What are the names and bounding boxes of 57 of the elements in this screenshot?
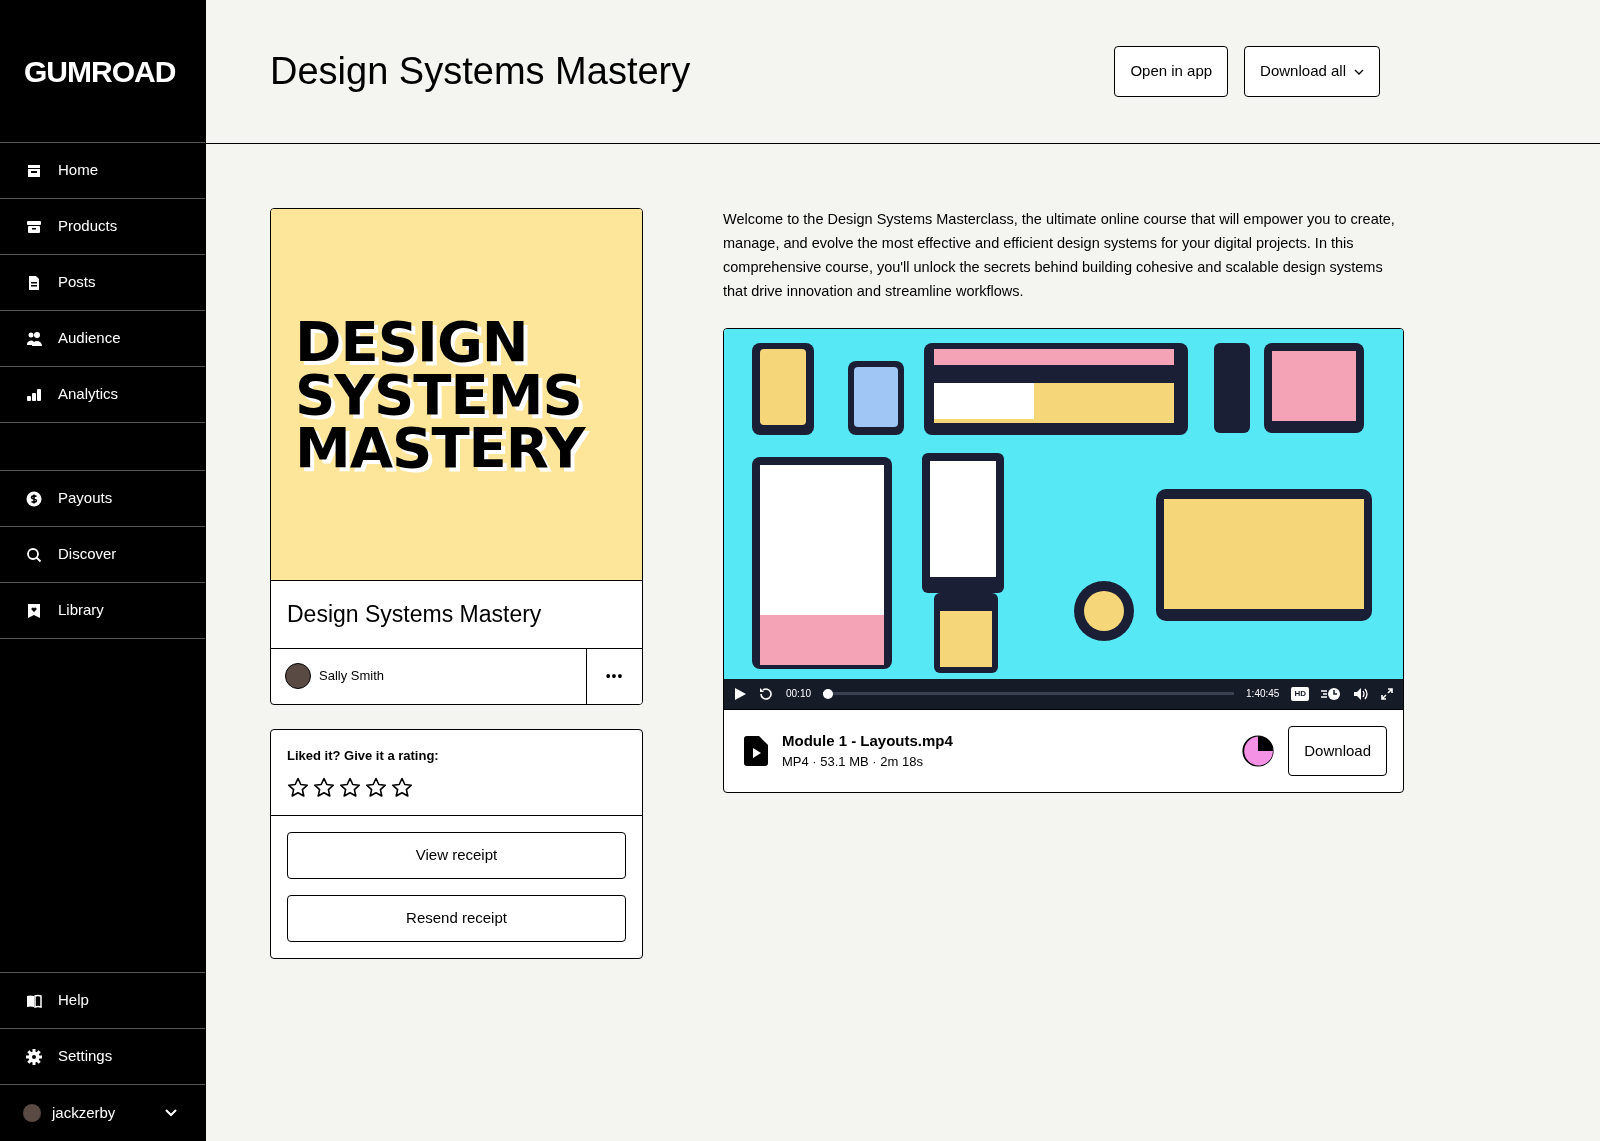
nav-item[interactable]: Audience: [0, 311, 205, 367]
progress-thumb[interactable]: [823, 688, 834, 699]
nav-item[interactable]: Help: [0, 973, 205, 1029]
search-icon: [26, 546, 42, 563]
book-icon: [26, 992, 42, 1009]
nav-item[interactable]: Discover: [0, 527, 205, 583]
avatar: [22, 1103, 42, 1123]
logo: GUMROAD: [24, 53, 176, 90]
current-time: 00:10: [786, 687, 812, 702]
cover-title-line: SYSTEMS: [295, 367, 582, 422]
rewind-icon: [758, 685, 774, 702]
cover-title-line: DESIGN: [295, 314, 528, 368]
document-icon: [26, 274, 42, 291]
star-icon[interactable]: [313, 777, 335, 799]
header-button[interactable]: Open in app: [1114, 46, 1229, 97]
download-button[interactable]: Download: [1288, 725, 1387, 777]
nav-item[interactable]: Payouts: [0, 471, 205, 527]
volume-icon: [1353, 686, 1369, 701]
rating-prompt: Liked it? Give it a rating:: [287, 746, 440, 765]
header-button[interactable]: Download all: [1244, 46, 1380, 97]
caret-icon: [1354, 68, 1364, 75]
people-icon: [26, 330, 42, 347]
duration: 1:40:45: [1246, 687, 1280, 702]
page-title: Design Systems Mastery: [270, 48, 692, 94]
product-title: Design Systems Mastery: [271, 581, 642, 649]
bar-chart-icon: [26, 386, 42, 403]
speed-icon: [1321, 686, 1341, 701]
nav-item[interactable]: Library: [0, 583, 205, 639]
star-icon[interactable]: [339, 777, 361, 799]
avatar: [285, 663, 311, 689]
nav-item[interactable]: Home: [0, 143, 205, 199]
settings-icon: [26, 1048, 42, 1065]
nav-item[interactable]: Settings: [0, 1029, 205, 1085]
file-name: Module 1 - Layouts.mp4: [782, 730, 954, 751]
receipt-button[interactable]: View receipt: [287, 832, 626, 879]
star-icon[interactable]: [287, 777, 309, 799]
bookmark-heart-icon: [26, 602, 42, 619]
nav-item[interactable]: jackzerby: [0, 1085, 205, 1141]
nav-item[interactable]: Analytics: [0, 367, 205, 423]
creator-name: Sally Smith: [319, 667, 385, 686]
dollar-icon: [26, 490, 42, 507]
quality-badge[interactable]: HD: [1291, 686, 1309, 701]
play-icon: [734, 686, 746, 701]
receipt-button[interactable]: Resend receipt: [287, 895, 626, 942]
archive-icon: [26, 218, 42, 235]
more-button[interactable]: •••: [586, 648, 642, 704]
description: Welcome to the Design Systems Masterclass, the ultimate online course that will empower you to create, manage, and evolve the most effective and efficient design systems for your digital projects. In this comprehensive course, you'll unlock the secrets behind building cohesive and scalable design systems that drive innovation and streamline workflows.: [723, 210, 1396, 301]
nav-item[interactable]: Posts: [0, 255, 205, 311]
star-icon[interactable]: [365, 777, 387, 799]
nav-item[interactable]: Products: [0, 199, 205, 255]
file-details: MP4 · 53.1 MB · 2m 18s: [782, 753, 924, 772]
chevron-down-icon: [165, 1109, 177, 1117]
star-icon[interactable]: [391, 777, 413, 799]
fullscreen-icon: [1381, 687, 1393, 700]
store-icon: [26, 162, 42, 179]
cover-title-line: MASTERY: [295, 421, 587, 475]
video-file-icon: [744, 735, 768, 766]
